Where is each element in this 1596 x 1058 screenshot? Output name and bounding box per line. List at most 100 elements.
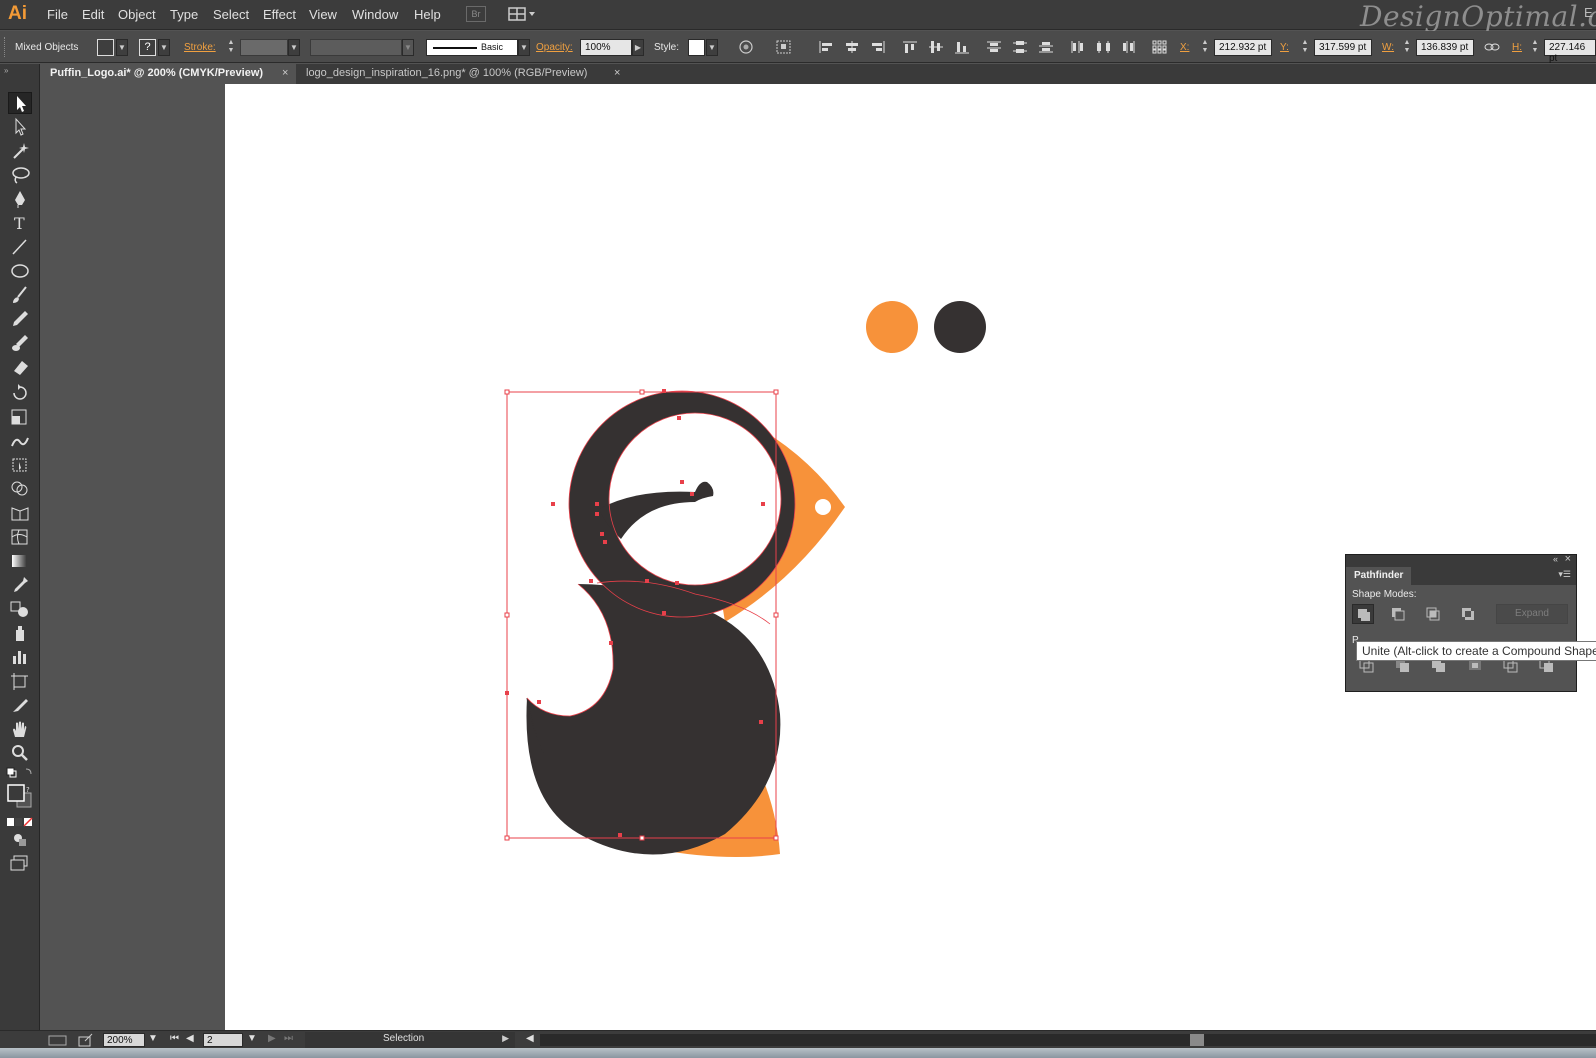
x-field[interactable]: 212.932 pt (1214, 39, 1272, 56)
align-left-icon[interactable] (818, 40, 834, 54)
align-horizontal-center-icon[interactable] (844, 40, 860, 54)
gpu-icon[interactable] (48, 1033, 68, 1047)
h-label[interactable]: H: (1512, 42, 1522, 53)
gradient-tool-icon[interactable] (8, 550, 32, 572)
horizontal-scrollbar[interactable] (540, 1034, 1596, 1046)
h-spinner[interactable]: ▲ ▼ (1530, 39, 1540, 56)
minus-front-button-icon[interactable] (1387, 604, 1409, 624)
dark-swatch-circle[interactable] (934, 301, 986, 353)
tab-logo-inspiration[interactable]: logo_design_inspiration_16.png* @ 100% (… (296, 64, 622, 84)
scroll-left-icon[interactable]: ◀ (526, 1033, 534, 1044)
menu-view[interactable]: View (309, 7, 337, 22)
align-bottom-icon[interactable] (954, 40, 970, 54)
panel-menu-icon[interactable]: ▾☰ (1558, 569, 1571, 580)
reference-point-icon[interactable] (1152, 40, 1168, 54)
intersect-button-icon[interactable] (1422, 604, 1444, 624)
y-label[interactable]: Y: (1280, 42, 1289, 53)
slice-tool-icon[interactable] (8, 694, 32, 716)
perspective-grid-tool-icon[interactable] (8, 502, 32, 524)
artboard-dropdown-icon[interactable]: ▼ (247, 1033, 257, 1044)
zoom-field[interactable]: 200% (103, 1033, 145, 1047)
distribute-vertical-center-icon[interactable] (1012, 40, 1028, 54)
distribute-top-icon[interactable] (986, 40, 1002, 54)
align-top-icon[interactable] (902, 40, 918, 54)
previous-artboard-icon[interactable]: ◀ (186, 1033, 194, 1044)
artboard-tool-icon[interactable] (8, 670, 32, 692)
variable-width-profile[interactable] (310, 39, 402, 56)
expand-button[interactable]: Expand (1496, 604, 1568, 624)
brush-definition-field[interactable]: Basic (426, 39, 518, 56)
distribute-left-icon[interactable] (1070, 40, 1086, 54)
status-menu[interactable]: Selection ▶ (305, 1032, 515, 1048)
graph-tool-icon[interactable] (8, 646, 32, 668)
artboard-number-field[interactable]: 2 (203, 1033, 243, 1047)
ellipse-tool-icon[interactable] (8, 260, 32, 282)
pen-tool-icon[interactable] (8, 188, 32, 210)
align-right-icon[interactable] (870, 40, 886, 54)
variable-width-dropdown[interactable]: ▼ (402, 39, 414, 56)
brush-dropdown[interactable]: ▼ (518, 39, 530, 56)
tab-close-icon[interactable]: × (282, 67, 288, 79)
puffin-body[interactable] (526, 584, 781, 855)
pencil-tool-icon[interactable] (8, 308, 32, 330)
magic-wand-tool-icon[interactable] (8, 140, 32, 162)
unite-button-icon[interactable] (1352, 604, 1374, 624)
rotate-tool-icon[interactable] (8, 382, 32, 404)
y-spinner[interactable]: ▲ ▼ (1300, 39, 1310, 56)
zoom-dropdown-icon[interactable]: ▼ (148, 1033, 158, 1044)
last-artboard-icon[interactable]: ⏭ (284, 1033, 293, 1044)
align-vertical-center-icon[interactable] (928, 40, 944, 54)
symbol-sprayer-tool-icon[interactable] (8, 622, 32, 644)
eraser-tool-icon[interactable] (8, 356, 32, 378)
stroke-weight-field[interactable] (240, 39, 288, 56)
menu-window[interactable]: Window (352, 7, 398, 22)
bridge-button[interactable]: Br (466, 6, 486, 22)
panel-collapse-icon[interactable]: » (4, 66, 8, 75)
w-label[interactable]: W: (1382, 42, 1394, 53)
y-field[interactable]: 317.599 pt (1314, 39, 1372, 56)
stroke-swatch-mixed-icon[interactable]: ? (139, 39, 156, 56)
menu-file[interactable]: File (47, 7, 68, 22)
selection-tool-icon[interactable] (8, 92, 32, 114)
zoom-tool-icon[interactable] (8, 742, 32, 764)
exclude-button-icon[interactable] (1457, 604, 1479, 624)
tab-pathfinder[interactable]: Pathfinder (1346, 567, 1412, 585)
stroke-weight-spinner[interactable]: ▲ ▼ (226, 39, 236, 56)
x-label[interactable]: X: (1180, 42, 1189, 53)
fill-swatch[interactable] (97, 39, 114, 56)
next-artboard-icon[interactable]: ▶ (268, 1033, 276, 1044)
eyedropper-tool-icon[interactable] (8, 574, 32, 596)
first-artboard-icon[interactable]: ⏮ (170, 1033, 179, 1044)
x-spinner[interactable]: ▲ ▼ (1200, 39, 1210, 56)
blob-brush-tool-icon[interactable] (8, 332, 32, 354)
paintbrush-tool-icon[interactable] (8, 284, 32, 306)
blend-tool-icon[interactable] (8, 598, 32, 620)
menu-object[interactable]: Object (118, 7, 156, 22)
h-field[interactable]: 227.146 pt (1544, 39, 1596, 64)
type-tool-icon[interactable]: T (8, 212, 32, 234)
opacity-label[interactable]: Opacity: (536, 42, 573, 53)
tab-puffin-logo[interactable]: Puffin_Logo.ai* @ 200% (CMYK/Preview) (40, 64, 296, 84)
fill-dropdown[interactable]: ▼ (116, 39, 128, 56)
panel-title-strip[interactable]: « × (1346, 553, 1576, 567)
distribute-horizontal-center-icon[interactable] (1096, 40, 1112, 54)
close-panel-icon[interactable]: × (1565, 553, 1571, 565)
stroke-swatch-dropdown[interactable]: ▼ (158, 39, 170, 56)
menu-type[interactable]: Type (170, 7, 198, 22)
menu-help[interactable]: Help (414, 7, 441, 22)
stroke-label[interactable]: Stroke: (184, 42, 216, 53)
orange-swatch-circle[interactable] (866, 301, 918, 353)
free-transform-tool-icon[interactable] (8, 454, 32, 476)
drawing-mode-icon[interactable] (8, 828, 32, 850)
mesh-tool-icon[interactable] (8, 526, 32, 548)
opacity-field[interactable]: 100% (580, 39, 632, 56)
recolor-artwork-icon[interactable] (738, 40, 754, 54)
select-similar-icon[interactable] (776, 40, 802, 54)
menu-effect[interactable]: Effect (263, 7, 296, 22)
w-spinner[interactable]: ▲ ▼ (1402, 39, 1412, 56)
distribute-right-icon[interactable] (1120, 40, 1136, 54)
arrange-documents-button[interactable] (508, 6, 536, 22)
share-icon[interactable] (78, 1033, 94, 1047)
tab-close-icon[interactable]: × (614, 67, 620, 79)
stroke-weight-dropdown[interactable]: ▼ (288, 39, 300, 56)
